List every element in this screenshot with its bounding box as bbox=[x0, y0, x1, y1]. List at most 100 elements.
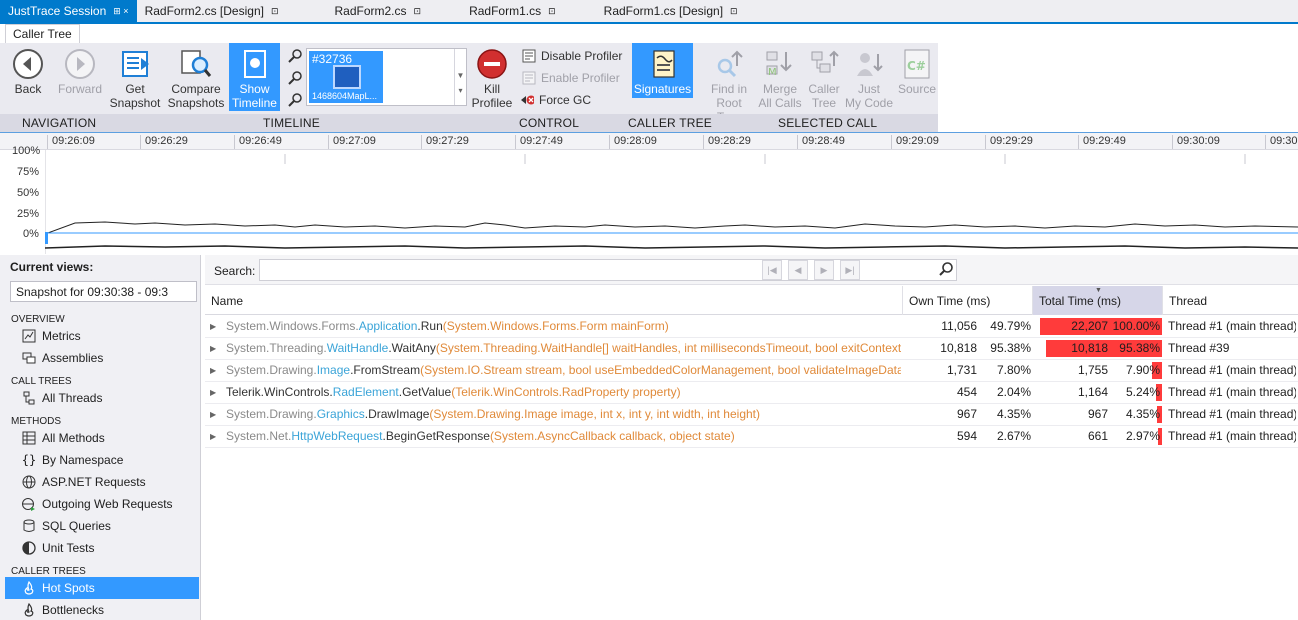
chevron-down-icon[interactable]: ▼ bbox=[455, 71, 466, 80]
tab-radform2-design[interactable]: RadForm2.cs [Design] ⊡ bbox=[137, 0, 287, 22]
snapshot-gallery[interactable]: #32736 1468604MapL... ▼ ▾ bbox=[306, 48, 467, 106]
signatures-toggle[interactable]: Signatures bbox=[632, 43, 693, 98]
search-icon[interactable] bbox=[939, 262, 953, 276]
tab-radform1-design[interactable]: RadForm1.cs [Design] ⊡ bbox=[596, 0, 746, 22]
disable-profiler-label: Disable Profiler bbox=[541, 49, 623, 63]
enable-profiler-label: Enable Profiler bbox=[541, 71, 620, 85]
hot-spots-grid-panel: Search: |◀ ◀ ▶ ▶| Name Own Time (ms) ▼ T… bbox=[205, 255, 1298, 620]
total-time-percent: 5.24% bbox=[1125, 385, 1160, 399]
back-button[interactable]: Back bbox=[6, 45, 50, 111]
preview-icon: ⊡ bbox=[548, 5, 556, 16]
namespace-text: System.Drawing. bbox=[226, 363, 317, 377]
expand-triangle-icon[interactable]: ▶ bbox=[210, 316, 216, 337]
search-label: Search: bbox=[214, 264, 256, 278]
profiler-off-icon bbox=[522, 49, 536, 63]
signature-text: (System.IO.Stream stream, bool useEmbedd… bbox=[420, 363, 901, 377]
show-timeline-label-1: Show bbox=[239, 82, 270, 96]
forward-button[interactable]: Forward bbox=[56, 45, 104, 111]
column-header-own-time[interactable]: Own Time (ms) bbox=[903, 286, 1033, 315]
time-tick: 09:28:09 bbox=[609, 135, 657, 149]
expand-triangle-icon[interactable]: ▶ bbox=[210, 404, 216, 425]
expand-triangle-icon[interactable]: ▶ bbox=[210, 382, 216, 403]
table-row[interactable]: ▶ System.Drawing.Image.FromStream(System.… bbox=[205, 360, 1298, 382]
total-time-percent: 7.90% bbox=[1125, 363, 1160, 377]
get-snapshot-button[interactable]: Get Snapshot bbox=[108, 45, 162, 111]
just-my-code-label-1: Just bbox=[857, 82, 880, 96]
tab-radform1-cs[interactable]: RadForm1.cs ⊡ bbox=[461, 0, 564, 22]
timeline-panel[interactable]: 09:26:09 09:26:29 09:26:49 09:27:09 09:2… bbox=[0, 132, 1298, 254]
class-text: RadElement bbox=[332, 385, 399, 399]
table-row[interactable]: ▶ System.Drawing.Graphics.DrawImage(Syste… bbox=[205, 404, 1298, 426]
just-my-code-button[interactable]: Just My Code bbox=[844, 45, 894, 111]
column-header-thread[interactable]: Thread bbox=[1163, 286, 1298, 315]
column-header-total-time[interactable]: ▼ Total Time (ms) bbox=[1033, 286, 1163, 315]
force-gc-button[interactable]: Force GC bbox=[520, 93, 591, 107]
nav-label: SQL Queries bbox=[42, 519, 111, 533]
column-header-name[interactable]: Name bbox=[205, 286, 903, 315]
table-row[interactable]: ▶ System.Threading.WaitHandle.WaitAny(Sys… bbox=[205, 338, 1298, 360]
caller-tree-button[interactable]: Caller Tree bbox=[805, 45, 843, 111]
own-time-value: 10,818 bbox=[940, 341, 977, 355]
nav-item-outgoing-web-requests[interactable]: Outgoing Web Requests bbox=[5, 493, 199, 515]
snapshot-item[interactable]: #32736 1468604MapL... bbox=[309, 51, 383, 103]
search-snapshot-icon[interactable] bbox=[288, 71, 302, 85]
tab-label: JustTrace Session bbox=[8, 4, 107, 18]
pin-close-icon[interactable]: ⊞ × bbox=[113, 6, 128, 17]
profiler-on-icon bbox=[522, 71, 536, 85]
expand-triangle-icon[interactable]: ▶ bbox=[210, 338, 216, 359]
enable-profiler-button[interactable]: Enable Profiler bbox=[522, 71, 620, 85]
nav-item-hot-spots[interactable]: Hot Spots bbox=[5, 577, 199, 599]
compare-snapshots-button[interactable]: Compare Snapshots bbox=[166, 45, 226, 111]
gallery-scrollbar[interactable]: ▼ ▾ bbox=[454, 49, 466, 105]
find-in-root-tree-button[interactable]: Find in Root Tree bbox=[703, 45, 755, 124]
method-name-cell: System.Drawing.Graphics.DrawImage(System… bbox=[226, 404, 901, 426]
previous-page-button[interactable]: ◀ bbox=[788, 260, 808, 280]
next-page-button[interactable]: ▶ bbox=[814, 260, 834, 280]
class-text: HttpWebRequest bbox=[291, 429, 383, 443]
table-row[interactable]: ▶ System.Windows.Forms.Application.Run(Sy… bbox=[205, 316, 1298, 338]
nav-item-metrics[interactable]: Metrics bbox=[5, 325, 199, 347]
snapshot-view-select[interactable]: Snapshot for 09:30:38 - 09:3 bbox=[10, 281, 197, 302]
first-page-button[interactable]: |◀ bbox=[762, 260, 782, 280]
tab-radform2-cs[interactable]: RadForm2.cs ⊡ bbox=[327, 0, 430, 22]
namespace-text: Telerik.WinControls. bbox=[226, 385, 333, 399]
expand-triangle-icon[interactable]: ▶ bbox=[210, 360, 216, 381]
nav-item-all-methods[interactable]: All Methods bbox=[5, 427, 199, 449]
timeline-plot[interactable] bbox=[45, 150, 1298, 254]
tab-justtrace-session[interactable]: JustTrace Session ⊞ × bbox=[0, 0, 137, 22]
tab-label: RadForm1.cs bbox=[469, 4, 542, 18]
grid-icon bbox=[21, 430, 37, 446]
own-time-value: 11,056 bbox=[941, 319, 977, 333]
expand-triangle-icon[interactable]: ▶ bbox=[210, 426, 216, 447]
expand-icon[interactable]: ▾ bbox=[455, 86, 466, 95]
nav-item-by-namespace[interactable]: {} By Namespace bbox=[5, 449, 199, 471]
nav-item-bottlenecks[interactable]: Bottlenecks bbox=[5, 599, 199, 620]
nav-item-aspnet-requests[interactable]: ASP.NET Requests bbox=[5, 471, 199, 493]
ribbon-tab-caller-tree[interactable]: Caller Tree bbox=[5, 24, 80, 43]
merge-all-calls-button[interactable]: M Merge All Calls bbox=[757, 45, 803, 111]
show-timeline-button[interactable]: Show Timeline bbox=[229, 43, 280, 111]
just-my-code-icon bbox=[853, 48, 885, 80]
class-text: WaitHandle bbox=[326, 341, 389, 355]
table-row[interactable]: ▶ Telerik.WinControls.RadElement.GetValue… bbox=[205, 382, 1298, 404]
tab-label: RadForm1.cs [Design] bbox=[603, 4, 724, 18]
own-time-value: 967 bbox=[956, 407, 977, 421]
time-tick: 09:30 bbox=[1265, 135, 1298, 149]
time-tick: 09:29:49 bbox=[1078, 135, 1126, 149]
nav-item-unit-tests[interactable]: Unit Tests bbox=[5, 537, 199, 559]
table-row[interactable]: ▶ System.Net.HttpWebRequest.BeginGetRespo… bbox=[205, 426, 1298, 448]
search-snapshot-icon[interactable] bbox=[288, 49, 302, 63]
disable-profiler-button[interactable]: Disable Profiler bbox=[522, 49, 622, 63]
time-tick: 09:27:09 bbox=[328, 135, 376, 149]
nav-item-assemblies[interactable]: Assemblies bbox=[5, 347, 199, 369]
source-button[interactable]: C# Source bbox=[896, 45, 938, 111]
search-snapshot-icon[interactable] bbox=[288, 93, 302, 107]
time-tick: 09:27:49 bbox=[515, 135, 563, 149]
tab-label: RadForm2.cs [Design] bbox=[144, 4, 264, 18]
last-page-button[interactable]: ▶| bbox=[840, 260, 860, 280]
kill-profilee-button[interactable]: Kill Profilee bbox=[469, 45, 515, 111]
nav-item-sql-queries[interactable]: SQL Queries bbox=[5, 515, 199, 537]
ribbon-group-labels: NAVIGATION TIMELINE CONTROL CALLER TREE … bbox=[0, 114, 938, 132]
nav-item-all-threads[interactable]: All Threads bbox=[5, 387, 199, 409]
kill-label-1: Kill bbox=[483, 82, 500, 96]
